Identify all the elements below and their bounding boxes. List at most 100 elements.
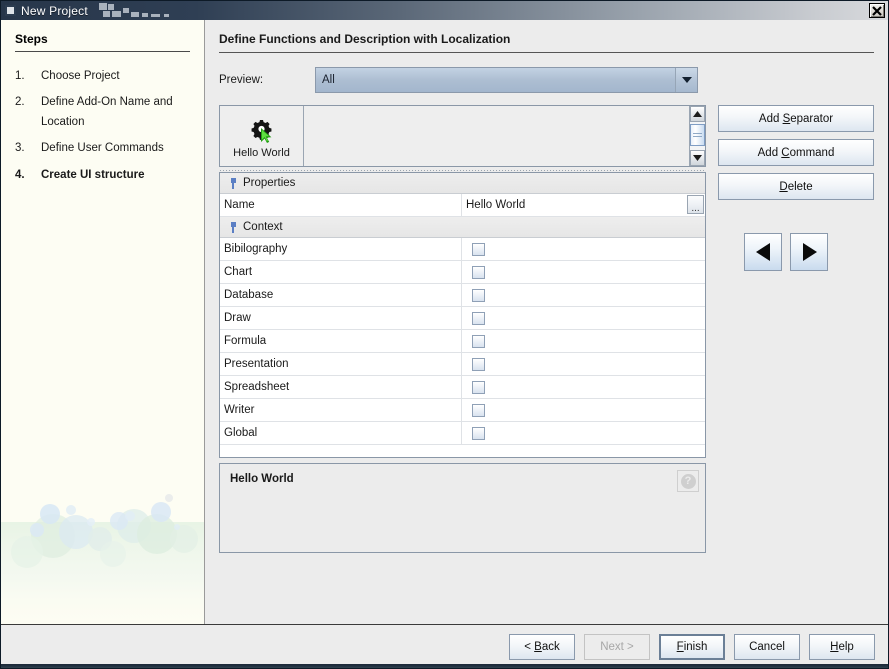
step-item-3[interactable]: 3. Define User Commands <box>15 138 194 158</box>
window-icon <box>5 5 16 16</box>
step-number: 2. <box>15 96 25 109</box>
ellipsis-button[interactable]: ... <box>687 195 704 214</box>
properties-table: Properties Name Hello World ... Context … <box>219 172 706 458</box>
step-item-2[interactable]: 2. Define Add-On Name and Location <box>15 92 194 132</box>
finish-button[interactable]: Finish <box>659 633 725 660</box>
properties-section-label: Properties <box>243 177 296 189</box>
window-body: Steps 1. Choose Project 2. Define Add-On… <box>1 20 888 624</box>
checkbox-formula[interactable] <box>472 334 485 348</box>
title-bar: New Project <box>1 1 888 20</box>
toolbar-preview: Hello World <box>219 105 706 167</box>
chevron-down-icon[interactable] <box>675 68 697 92</box>
table-row[interactable]: Draw <box>220 307 705 330</box>
table-row[interactable]: Writer <box>220 399 705 422</box>
next-button-label: Next > <box>600 640 634 653</box>
context-key: Formula <box>220 330 462 352</box>
step-number: 3. <box>15 142 25 155</box>
context-key: Bibilography <box>220 238 462 260</box>
steps-list: 1. Choose Project 2. Define Add-On Name … <box>1 66 204 185</box>
context-value-cell[interactable] <box>462 261 705 283</box>
preview-row: Preview: All <box>219 67 874 93</box>
description-title: Hello World <box>230 473 294 485</box>
help-button[interactable]: Help <box>809 633 875 660</box>
editor-column: Hello World Properties Name Hello World … <box>219 105 706 624</box>
preview-label: Preview: <box>219 74 264 86</box>
add-separator-button[interactable]: Add Separator <box>718 105 874 132</box>
cancel-button[interactable]: Cancel <box>734 633 800 660</box>
table-row[interactable]: Spreadsheet <box>220 376 705 399</box>
help-glyph: ? <box>680 473 696 489</box>
context-key: Global <box>220 422 462 444</box>
description-panel: Hello World ? <box>219 463 706 553</box>
checkbox-global[interactable] <box>472 426 485 440</box>
wizard-content: Define Functions and Description with Lo… <box>205 20 888 624</box>
checkbox-database[interactable] <box>472 288 485 302</box>
checkbox-writer[interactable] <box>472 403 485 417</box>
page-title: Define Functions and Description with Lo… <box>219 32 511 46</box>
context-section-label: Context <box>243 221 283 233</box>
toolbar-scrollbar[interactable] <box>689 106 705 166</box>
table-row[interactable]: Global <box>220 422 705 445</box>
table-row[interactable]: Name Hello World ... <box>220 194 705 217</box>
table-row[interactable]: Presentation <box>220 353 705 376</box>
checkbox-spreadsheet[interactable] <box>472 380 485 394</box>
move-left-button[interactable] <box>744 233 782 271</box>
table-row[interactable]: Chart <box>220 261 705 284</box>
delete-button[interactable]: Delete <box>718 173 874 200</box>
gear-cursor-icon <box>249 117 275 145</box>
preview-selected-value: All <box>322 74 335 86</box>
steps-sidebar: Steps 1. Choose Project 2. Define Add-On… <box>1 20 205 624</box>
toolbar-item-hello-world[interactable]: Hello World <box>220 106 304 166</box>
checkbox-chart[interactable] <box>472 265 485 279</box>
pin-icon <box>226 177 240 189</box>
context-key: Spreadsheet <box>220 376 462 398</box>
title-divider <box>219 52 874 53</box>
scroll-up-icon[interactable] <box>690 106 705 122</box>
wizard-footer: < Back Next > Finish Cancel Help <box>1 624 888 668</box>
context-value-cell[interactable] <box>462 353 705 375</box>
help-icon[interactable]: ? <box>677 470 699 492</box>
window-title: New Project <box>21 3 88 18</box>
preview-select[interactable]: All <box>315 67 698 93</box>
context-key: Presentation <box>220 353 462 375</box>
step-item-4[interactable]: 4. Create UI structure <box>15 165 194 185</box>
table-filler <box>220 445 705 457</box>
checkbox-presentation[interactable] <box>472 357 485 371</box>
context-value-cell[interactable] <box>462 284 705 306</box>
close-icon[interactable] <box>869 3 885 18</box>
context-value-cell[interactable] <box>462 330 705 352</box>
pin-icon <box>226 221 240 233</box>
scrollbar-track[interactable] <box>690 122 705 150</box>
context-value-cell[interactable] <box>462 422 705 444</box>
editor-area: Hello World Properties Name Hello World … <box>219 105 874 624</box>
context-value-cell[interactable] <box>462 307 705 329</box>
property-key: Name <box>220 194 462 216</box>
move-right-button[interactable] <box>790 233 828 271</box>
step-item-1[interactable]: 1. Choose Project <box>15 66 194 86</box>
property-value: Hello World <box>466 199 526 211</box>
add-command-button[interactable]: Add Command <box>718 139 874 166</box>
scroll-down-icon[interactable] <box>690 150 705 166</box>
checkbox-bibilography[interactable] <box>472 242 485 256</box>
toolbar-item-label: Hello World <box>233 146 290 159</box>
scrollbar-thumb[interactable] <box>690 124 705 146</box>
context-key: Writer <box>220 399 462 421</box>
table-row[interactable]: Formula <box>220 330 705 353</box>
checkbox-draw[interactable] <box>472 311 485 325</box>
context-value-cell[interactable] <box>462 376 705 398</box>
step-label: Create UI structure <box>41 168 145 181</box>
back-button[interactable]: < Back <box>509 633 575 660</box>
property-value-cell[interactable]: Hello World ... <box>462 194 705 216</box>
move-buttons <box>718 233 874 271</box>
step-number: 4. <box>15 168 25 181</box>
table-row[interactable]: Database <box>220 284 705 307</box>
steps-divider <box>15 51 190 52</box>
side-buttons-column: Add Separator Add Command Delete <box>706 105 874 624</box>
context-value-cell[interactable] <box>462 238 705 260</box>
context-section-header: Context <box>220 217 705 238</box>
next-button[interactable]: Next > <box>584 633 650 660</box>
decorative-bubbles <box>1 494 204 624</box>
table-row[interactable]: Bibilography <box>220 238 705 261</box>
context-value-cell[interactable] <box>462 399 705 421</box>
steps-heading: Steps <box>15 32 48 46</box>
